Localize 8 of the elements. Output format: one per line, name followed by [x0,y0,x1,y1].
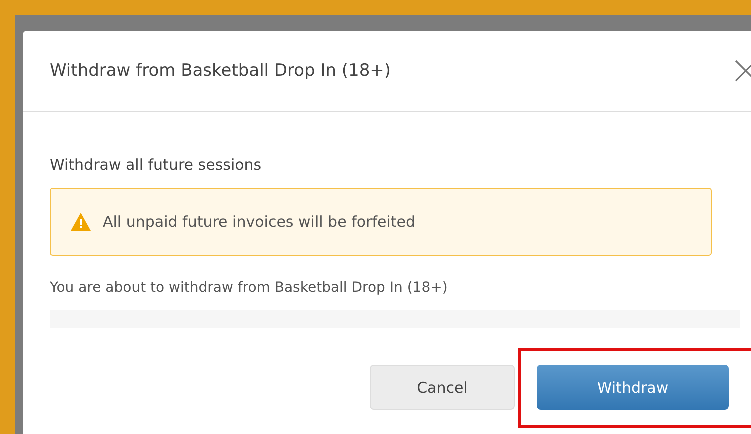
message-text: You are about to withdraw from Basketball Drop In (18+) [50,280,449,296]
alert-text: All unpaid future invoices will be forfeited [103,213,416,231]
close-icon[interactable] [735,60,751,82]
warning-icon [71,213,91,231]
cancel-button[interactable]: Cancel [370,365,515,410]
dialog-title: Withdraw from Basketball Drop In (18+) [50,61,392,81]
section-label: Withdraw all future sessions [50,156,263,176]
withdraw-button[interactable]: Withdraw [537,365,729,410]
